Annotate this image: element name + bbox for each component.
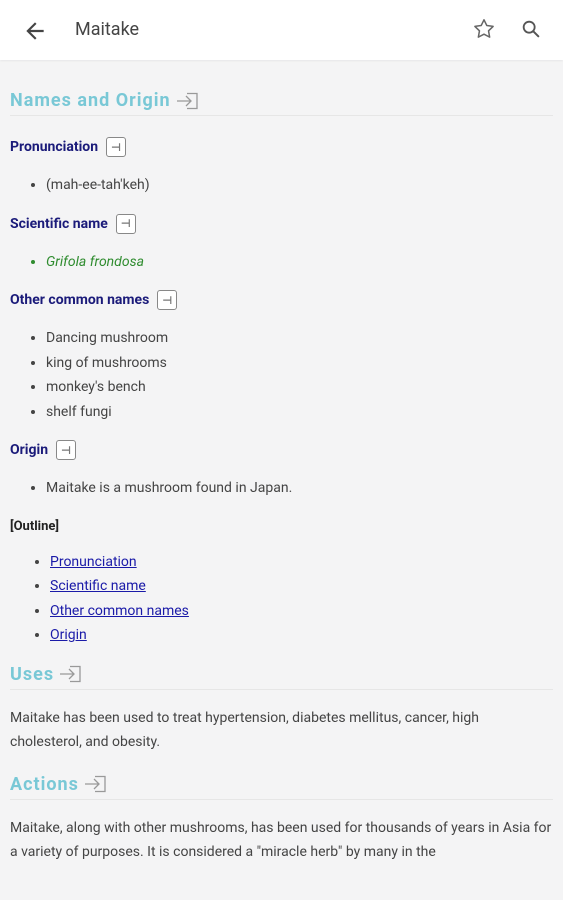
star-outline-icon[interactable]	[471, 16, 497, 42]
list-item: monkey's bench	[46, 375, 553, 400]
expand-box-icon[interactable]: ⊣	[56, 440, 77, 460]
scientific-name-list: Grifola frondosa	[10, 250, 553, 275]
section-link-icon[interactable]	[83, 775, 109, 793]
page-title: Maitake	[75, 19, 140, 40]
subheading-origin: Origin ⊣	[10, 440, 553, 460]
outline-item: Other common names	[50, 599, 553, 624]
content: Names and Origin Pronunciation ⊣ (mah-ee…	[0, 90, 563, 864]
list-item: Maitake is a mushroom found in Japan.	[46, 476, 553, 501]
section-heading-uses: Uses	[10, 664, 553, 690]
app-bar: Maitake	[0, 0, 563, 60]
list-item: shelf fungi	[46, 400, 553, 425]
subheading-text: Other common names	[10, 292, 150, 308]
subheading-scientific-name: Scientific name ⊣	[10, 213, 553, 234]
arrow-left-icon[interactable]	[22, 18, 48, 44]
subheading-text: Pronunciation	[10, 139, 99, 155]
section-heading-actions: Actions	[10, 774, 553, 800]
uses-paragraph: Maitake has been used to treat hypertens…	[10, 709, 479, 750]
pronunciation-list: (mah-ee-tah'keh)	[10, 173, 553, 198]
subheading-other-common-names: Other common names ⊣	[10, 290, 553, 310]
list-item: (mah-ee-tah'keh)	[46, 173, 553, 198]
actions-paragraph: Maitake, along with other mushrooms, has…	[10, 819, 552, 860]
subheading-text: Origin	[10, 442, 49, 458]
outline-link-origin[interactable]: Origin	[50, 627, 87, 643]
expand-box-icon[interactable]: ⊣	[106, 137, 127, 157]
list-item: king of mushrooms	[46, 351, 553, 376]
section-link-icon[interactable]	[58, 665, 84, 683]
outline-link-scientific-name[interactable]: Scientific name	[50, 578, 146, 594]
section-heading-text: Names and Origin	[10, 90, 171, 111]
subheading-pronunciation: Pronunciation ⊣	[10, 137, 553, 157]
section-heading-text: Actions	[10, 773, 79, 795]
list-item: Dancing mushroom	[46, 326, 553, 351]
outline-link-pronunciation[interactable]: Pronunciation	[50, 554, 137, 570]
outline-item: Pronunciation	[50, 550, 553, 575]
outline-list: Pronunciation Scientific name Other comm…	[10, 550, 553, 648]
outline-item: Origin	[50, 623, 553, 648]
subheading-text: Scientific name	[10, 215, 108, 232]
section-heading-text: Uses	[10, 663, 55, 685]
origin-list: Maitake is a mushroom found in Japan.	[10, 476, 553, 501]
expand-box-icon[interactable]: ⊣	[157, 290, 178, 310]
search-icon[interactable]	[520, 18, 542, 40]
section-heading-names-origin: Names and Origin	[10, 90, 553, 116]
section-link-icon[interactable]	[175, 92, 201, 110]
outline-link-other-common-names[interactable]: Other common names	[50, 603, 189, 619]
list-item: Grifola frondosa	[46, 250, 553, 275]
outline-title: [Outline]	[10, 518, 60, 534]
outline-item: Scientific name	[50, 574, 553, 599]
other-common-names-list: Dancing mushroom king of mushrooms monke…	[10, 326, 553, 424]
expand-box-icon[interactable]: ⊣	[115, 213, 136, 234]
